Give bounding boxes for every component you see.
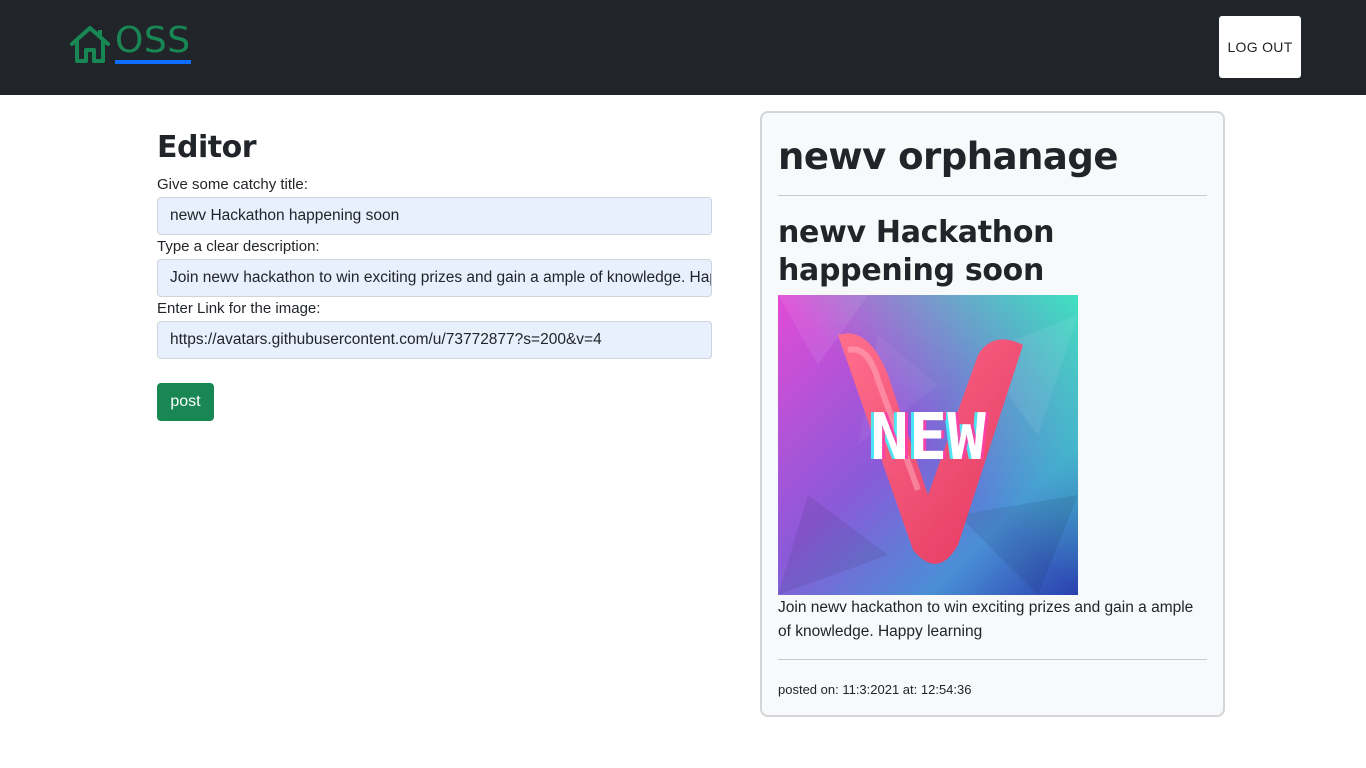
description-label: Type a clear description:: [157, 238, 320, 255]
brand-title: OSS: [115, 22, 191, 64]
post-button[interactable]: post: [157, 383, 214, 421]
description-input[interactable]: Join newv hackathon to win exciting priz…: [157, 259, 712, 297]
image-link-input[interactable]: https://avatars.githubusercontent.com/u/…: [157, 321, 712, 359]
title-input[interactable]: newv Hackathon happening soon: [157, 197, 712, 235]
title-label: Give some catchy title:: [157, 176, 308, 193]
logout-button[interactable]: LOG OUT: [1219, 16, 1301, 78]
posted-timestamp: posted on: 11:3:2021 at: 12:54:36: [778, 682, 972, 697]
home-icon: [70, 26, 110, 63]
post-preview-card: newv orphanage newv Hackathon happening …: [760, 111, 1225, 717]
editor-panel: Editor Give some catchy title: newv Hack…: [157, 128, 712, 421]
post-description: Join newv hackathon to win exciting priz…: [778, 599, 1194, 640]
top-navbar: OSS LOG OUT: [0, 0, 1366, 95]
post-title: newv Hackathon happening soon: [778, 215, 1055, 288]
image-link-label: Enter Link for the image:: [157, 300, 321, 317]
post-image: NEW NEW NEW: [778, 295, 1078, 595]
editor-heading: Editor: [157, 130, 257, 165]
brand-link[interactable]: OSS: [69, 22, 191, 64]
divider: [778, 659, 1207, 660]
divider: [778, 195, 1207, 196]
org-name: newv orphanage: [778, 135, 1118, 178]
image-logo-text: NEW: [870, 401, 986, 475]
